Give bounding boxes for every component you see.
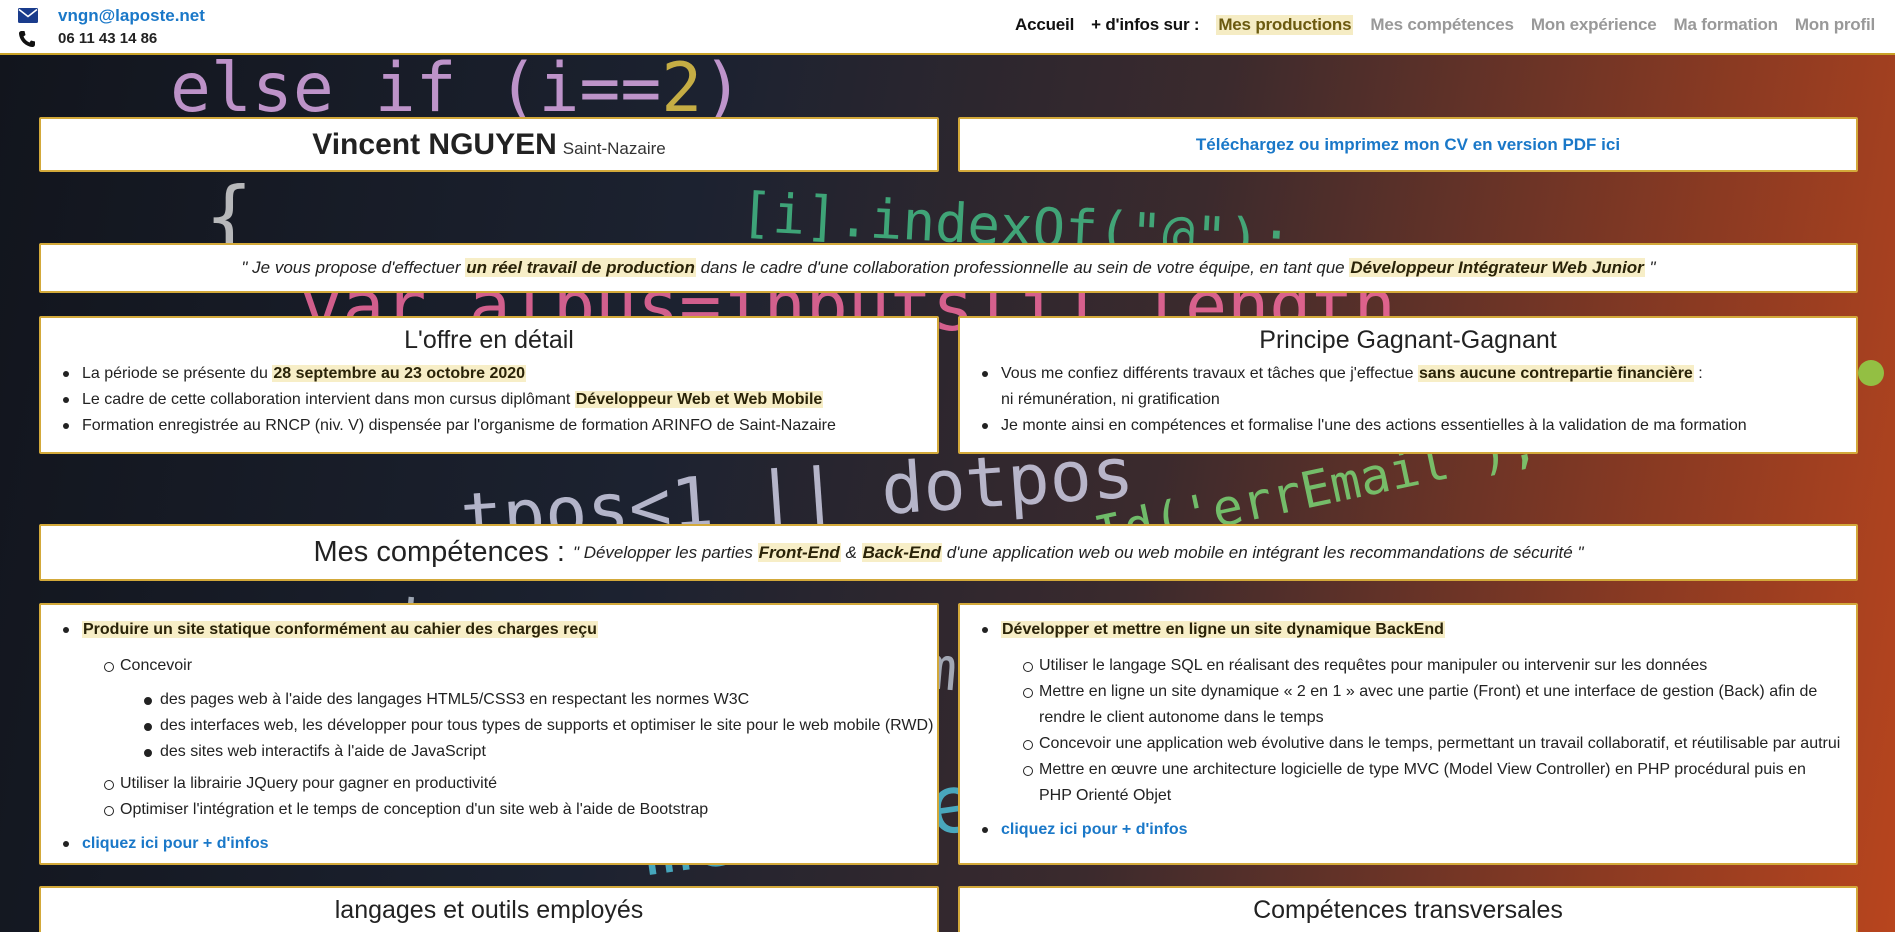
quote-text: " Je vous propose d'effectuer un réel tr…	[241, 258, 1656, 278]
backend-heading: Développer et mettre en ligne un site dy…	[1001, 621, 1445, 638]
quote-highlight: un réel travail de production	[465, 258, 696, 277]
offer-list: La période se présente du 28 septembre a…	[41, 361, 937, 439]
backend-list: Développer et mettre en ligne un site dy…	[960, 617, 1856, 843]
item-text: des sites web interactifs à l'aide de Ja…	[160, 743, 486, 760]
person-city: Saint-Nazaire	[562, 138, 666, 158]
nav-experience[interactable]: Mon expérience	[1531, 15, 1657, 35]
subtitle-part: d'une application web ou web mobile en i…	[942, 542, 1584, 562]
list-item: Concevoir une application web évolutive …	[960, 731, 1856, 757]
backend-more-link[interactable]: cliquez ici pour + d'infos	[1001, 821, 1188, 838]
item-text: Utiliser le langage SQL en réalisant des…	[1039, 657, 1708, 674]
backend-card: Développer et mettre en ligne un site dy…	[958, 603, 1858, 865]
phone-row: 06 11 43 14 86	[18, 27, 205, 50]
item-text: des interfaces web, les développer pour …	[160, 717, 934, 734]
frontend-heading: Produire un site statique conformément a…	[82, 621, 598, 638]
quote-highlight: Développeur Intégrateur Web Junior	[1349, 258, 1645, 277]
item-text: Concevoir une application web évolutive …	[1039, 735, 1841, 752]
nav-productions[interactable]: Mes productions	[1216, 15, 1354, 35]
item-text: :	[1693, 365, 1703, 382]
skills-subtitle: " Développer les parties Front-End & Bac…	[572, 542, 1584, 563]
list-item: cliquez ici pour + d'infos	[41, 831, 937, 857]
list-item: Développer et mettre en ligne un site dy…	[960, 617, 1856, 809]
item-text: Le cadre de cette collaboration intervie…	[82, 391, 575, 408]
item-text: Je monte ainsi en compétences et formali…	[1001, 417, 1747, 434]
subtitle-part: &	[840, 542, 862, 562]
envelope-icon	[18, 8, 58, 23]
item-text: Mettre en œuvre une architecture logicie…	[1039, 761, 1806, 804]
phone-icon	[18, 30, 58, 48]
subtitle-highlight: Front-End	[757, 542, 841, 562]
quote-card: " Je vous propose d'effectuer un réel tr…	[39, 243, 1858, 293]
quote-part: "	[1644, 258, 1656, 277]
tools-title: langages et outils employés	[334, 896, 644, 924]
list-item: Mettre en œuvre une architecture logicie…	[960, 757, 1856, 809]
nav-formation[interactable]: Ma formation	[1674, 15, 1779, 35]
list-item: Utiliser la librairie JQuery pour gagner…	[41, 771, 937, 797]
nav-competences[interactable]: Mes compétences	[1370, 15, 1514, 35]
download-cv-link[interactable]: Téléchargez ou imprimez mon CV en versio…	[1196, 135, 1620, 155]
sublist: Concevoir des pages web à l'aide des lan…	[82, 653, 937, 823]
transversal-title: Compétences transversales	[1253, 896, 1563, 924]
contact-info: vngn@laposte.net 06 11 43 14 86	[18, 4, 205, 50]
offer-title: L'offre en détail	[404, 326, 574, 354]
email-link[interactable]: vngn@laposte.net	[58, 6, 205, 26]
winwin-title: Principe Gagnant-Gagnant	[1259, 326, 1557, 354]
item-text: ni rémunération, ni gratification	[1001, 391, 1220, 408]
list-item: Le cadre de cette collaboration intervie…	[41, 387, 937, 413]
item-text: Concevoir	[120, 657, 193, 674]
item-text: Optimiser l'intégration et le temps de c…	[120, 801, 709, 818]
list-item: Formation enregistrée au RNCP (niv. V) d…	[41, 413, 937, 439]
item-highlight: 28 septembre au 23 octobre 2020	[272, 365, 527, 382]
list-item: Je monte ainsi en compétences et formali…	[960, 413, 1856, 439]
name-card: Vincent NGUYEN Saint-Nazaire	[39, 117, 939, 172]
sublist: des pages web à l'aide des langages HTML…	[41, 687, 937, 765]
list-item: Produire un site statique conformément a…	[41, 617, 937, 823]
quote-part: dans le cadre d'une collaboration profes…	[695, 258, 1350, 277]
item-text: Mettre en ligne un site dynamique « 2 en…	[1039, 683, 1818, 726]
subtitle-highlight: Back-End	[861, 542, 942, 562]
offer-card: L'offre en détail La période se présente…	[39, 316, 939, 454]
list-item: cliquez ici pour + d'infos	[960, 817, 1856, 843]
item-text: Vous me confiez différents travaux et tâ…	[1001, 365, 1418, 382]
item-text: La période se présente du	[82, 365, 273, 382]
tools-card: langages et outils employés	[39, 886, 939, 932]
list-item: des sites web interactifs à l'aide de Ja…	[41, 739, 937, 765]
pdf-card: Téléchargez ou imprimez mon CV en versio…	[958, 117, 1858, 172]
list-item: Utiliser le langage SQL en réalisant des…	[960, 653, 1856, 679]
nav-home[interactable]: Accueil	[1015, 15, 1074, 35]
list-item: des interfaces web, les développer pour …	[41, 713, 937, 739]
top-bar: vngn@laposte.net 06 11 43 14 86 Accueil …	[0, 0, 1895, 55]
item-highlight: sans aucune contrepartie financière	[1417, 365, 1694, 382]
list-item: Mettre en ligne un site dynamique « 2 en…	[960, 679, 1856, 731]
item-text: Formation enregistrée au RNCP (niv. V) d…	[82, 417, 836, 434]
main-nav: Accueil + d'infos sur : Mes productions …	[998, 15, 1875, 35]
list-item: des pages web à l'aide des langages HTML…	[41, 687, 937, 713]
transversal-card: Compétences transversales	[958, 886, 1858, 932]
list-item: Optimiser l'intégration et le temps de c…	[41, 797, 937, 823]
item-text: des pages web à l'aide des langages HTML…	[160, 691, 750, 708]
nav-more-label: + d'infos sur :	[1091, 15, 1200, 34]
quote-part: " Je vous propose d'effectuer	[241, 258, 466, 277]
item-highlight: Développeur Web et Web Mobile	[574, 391, 824, 408]
sublist: Utiliser le langage SQL en réalisant des…	[1001, 653, 1856, 809]
winwin-list: Vous me confiez différents travaux et tâ…	[960, 361, 1856, 439]
winwin-card: Principe Gagnant-Gagnant Vous me confiez…	[958, 316, 1858, 454]
nav-profil[interactable]: Mon profil	[1795, 15, 1875, 35]
skills-header-card: Mes compétences : " Développer les parti…	[39, 524, 1858, 581]
list-item: Concevoir des pages web à l'aide des lan…	[41, 653, 937, 765]
frontend-card: Produire un site statique conformément a…	[39, 603, 939, 865]
subtitle-part: " Développer les parties	[572, 542, 758, 562]
list-item: Vous me confiez différents travaux et tâ…	[960, 361, 1856, 413]
list-item: La période se présente du 28 septembre a…	[41, 361, 937, 387]
person-name: Vincent NGUYEN	[312, 127, 557, 161]
frontend-more-link[interactable]: cliquez ici pour + d'infos	[82, 835, 269, 852]
email-row: vngn@laposte.net	[18, 4, 205, 27]
item-text: Utiliser la librairie JQuery pour gagner…	[120, 775, 498, 792]
bg-bokeh-dot	[1858, 360, 1884, 386]
phone-number: 06 11 43 14 86	[58, 30, 158, 47]
skills-title: Mes compétences :	[313, 536, 565, 568]
frontend-list: Produire un site statique conformément a…	[41, 617, 937, 857]
